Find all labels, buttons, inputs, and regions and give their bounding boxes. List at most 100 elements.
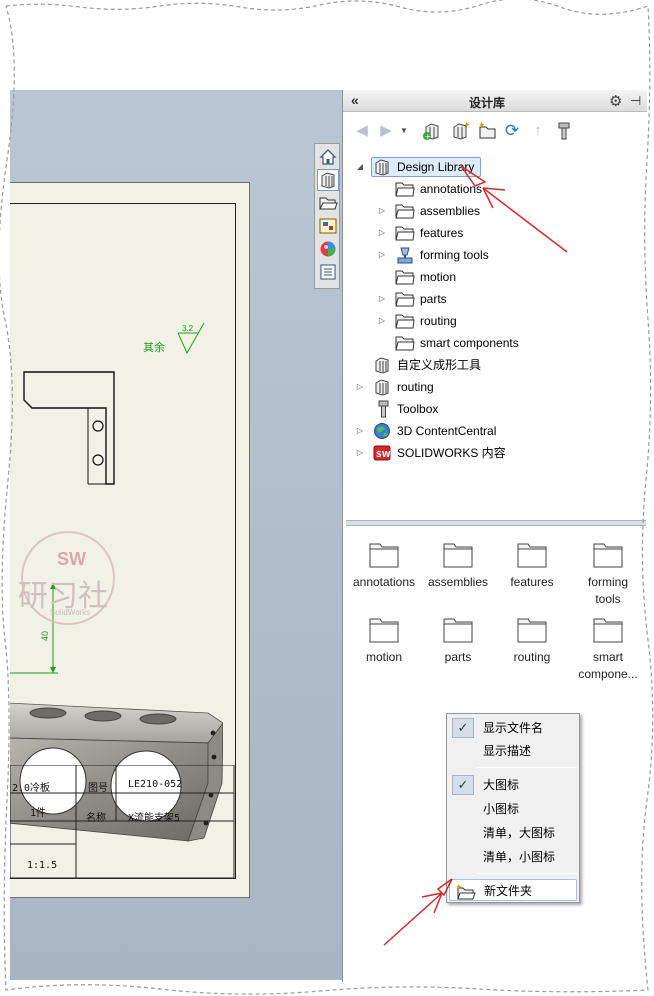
tab-custom-properties[interactable] <box>317 261 339 283</box>
watermark-sub: SolidWorks <box>50 608 91 617</box>
folder-icon <box>369 543 399 568</box>
folder-icon <box>395 182 415 197</box>
tree-item-label: routing <box>420 314 457 328</box>
expand-arrow-icon[interactable]: ▷ <box>377 311 387 331</box>
folder-icon <box>369 618 399 643</box>
tree-item-label: smart components <box>420 336 519 350</box>
tree-item-parts[interactable]: ▷ parts <box>351 289 571 309</box>
toolbox-icon <box>378 400 389 418</box>
svg-text:✦: ✦ <box>478 121 486 131</box>
context-menu: ✓ 显示文件名 显示描述 ✓ 大图标 小图标 清单，大图标 清单，小图标 ✦ 新… <box>446 713 580 903</box>
folder-icon <box>395 292 415 307</box>
tree-item-routing-library[interactable]: ▷ routing <box>351 377 571 397</box>
drawing-sheet[interactable]: 其余 3.2 40 SW 研习社 SolidWorks 2.0冷板 1件 1:1… <box>10 182 250 898</box>
content-item-label-line2: tools <box>595 592 621 606</box>
folder-icon <box>395 270 415 285</box>
back-icon[interactable]: ◀ <box>351 120 373 142</box>
menu-small-icons[interactable]: 小图标 <box>449 798 577 820</box>
gear-icon[interactable]: ⚙ <box>609 92 622 110</box>
tab-design-library[interactable] <box>317 169 339 191</box>
tab-file-explorer[interactable] <box>317 192 339 214</box>
toolbox-icon[interactable] <box>553 120 575 142</box>
menu-large-icons[interactable]: ✓ 大图标 <box>449 774 577 796</box>
dropdown-icon[interactable]: ▼ <box>397 120 411 142</box>
forward-icon[interactable]: ▶ <box>375 120 397 142</box>
tab-home[interactable] <box>317 146 339 168</box>
tb-drawing-no: LE210-052 <box>128 779 183 790</box>
menu-show-description[interactable]: 显示描述 <box>449 740 577 762</box>
custom-properties-icon <box>320 264 336 280</box>
expand-arrow-icon[interactable]: ▷ <box>377 201 387 221</box>
tree-item-label: 自定义成形工具 <box>397 358 482 372</box>
menu-show-filename[interactable]: ✓ 显示文件名 <box>449 717 577 739</box>
content-item-assemblies[interactable]: assemblies <box>420 540 496 591</box>
add-file-location-icon[interactable]: + <box>421 120 443 142</box>
view-palette-icon <box>319 218 337 234</box>
tb-name-label: 名称 <box>86 813 106 824</box>
tb-scale: 1:1.5 <box>27 860 58 871</box>
tree-item-design-library[interactable]: ◢ Design Library <box>351 157 541 177</box>
check-icon: ✓ <box>452 718 474 738</box>
appearances-icon <box>320 241 336 257</box>
svg-text:SW: SW <box>376 450 391 459</box>
tree-item-features[interactable]: ▷ features <box>351 223 571 243</box>
library-icon <box>321 172 335 189</box>
content-item-forming-tools[interactable]: forming tools <box>570 540 646 608</box>
expand-arrow-icon[interactable]: ▷ <box>377 223 387 243</box>
check-icon: ✓ <box>452 775 474 795</box>
content-item-smart-components[interactable]: smart compone... <box>570 615 646 683</box>
expand-arrow-icon[interactable]: ▷ <box>377 245 387 265</box>
tree-item-smart-components[interactable]: smart components <box>351 333 571 353</box>
panel-header: « 设计库 ⚙ ⊣ <box>343 90 647 112</box>
tree-item-custom-forming-tools[interactable]: 自定义成形工具 <box>351 355 571 375</box>
folder-icon <box>517 543 547 568</box>
tree-item-annotations[interactable]: annotations <box>351 179 571 199</box>
content-item-routing[interactable]: routing <box>494 615 570 666</box>
content-item-parts[interactable]: parts <box>420 615 496 666</box>
expand-arrow-icon[interactable]: ▷ <box>377 289 387 309</box>
tab-view-palette[interactable] <box>317 215 339 237</box>
tb-material: 2.0冷板 <box>12 783 51 794</box>
globe-icon <box>374 423 390 439</box>
graphics-area[interactable]: 其余 3.2 40 SW 研习社 SolidWorks 2.0冷板 1件 1:1… <box>10 90 342 980</box>
expand-arrow-icon[interactable]: ▷ <box>355 421 365 441</box>
tree-item-toolbox[interactable]: Toolbox <box>351 399 571 419</box>
menu-new-folder[interactable]: ✦ 新文件夹 <box>449 879 577 901</box>
panel-splitter[interactable] <box>346 520 646 526</box>
tree-item-3d-contentcentral[interactable]: ▷ 3D ContentCentral <box>351 421 571 441</box>
tree-item-label: Design Library <box>397 160 475 174</box>
tree-item-label: features <box>420 226 464 240</box>
collapse-arrow-icon[interactable]: ◢ <box>355 157 365 177</box>
tree-item-assemblies[interactable]: ▷ assemblies <box>351 201 571 221</box>
tree-item-forming-tools[interactable]: ▷ forming tools <box>351 245 571 265</box>
content-item-annotations[interactable]: annotations <box>346 540 422 591</box>
content-item-motion[interactable]: motion <box>346 615 422 666</box>
folder-icon <box>517 618 547 643</box>
refresh-icon[interactable]: ⟳ <box>501 120 523 142</box>
pin-icon[interactable]: ⊣ <box>630 93 641 109</box>
up-icon[interactable]: ↑ <box>527 120 549 142</box>
roughness-label: 其余 <box>143 341 165 354</box>
library-icon <box>375 357 389 374</box>
folder-icon <box>395 336 415 351</box>
menu-separator <box>477 873 577 874</box>
tree-item-label: motion <box>420 270 457 284</box>
tree-item-routing-folder[interactable]: ▷ routing <box>351 311 571 331</box>
svg-text:✦: ✦ <box>455 883 463 893</box>
tree-item-solidworks-content[interactable]: ▷ SW SOLIDWORKS 内容 <box>351 443 571 463</box>
add-library-icon[interactable]: ✦ <box>449 120 471 142</box>
tab-appearances[interactable] <box>317 238 339 260</box>
content-item-label: annotations <box>352 575 416 589</box>
library-toolbar: ◀ ▶ ▼ + ✦ ✦ ⟳ ↑ <box>349 120 639 142</box>
content-item-features[interactable]: features <box>494 540 570 591</box>
svg-text:✦: ✦ <box>463 121 471 131</box>
expand-arrow-icon[interactable]: ▷ <box>355 377 365 397</box>
expand-arrow-icon[interactable]: ▷ <box>355 443 365 463</box>
new-folder-icon[interactable]: ✦ <box>477 120 499 142</box>
library-icon <box>375 159 389 176</box>
menu-list-large-icons[interactable]: 清单，大图标 <box>449 822 577 844</box>
tree-item-label: 3D ContentCentral <box>397 424 497 438</box>
menu-list-small-icons[interactable]: 清单，小图标 <box>449 846 577 868</box>
tree-item-motion[interactable]: motion <box>351 267 571 287</box>
folder-icon <box>443 618 473 643</box>
